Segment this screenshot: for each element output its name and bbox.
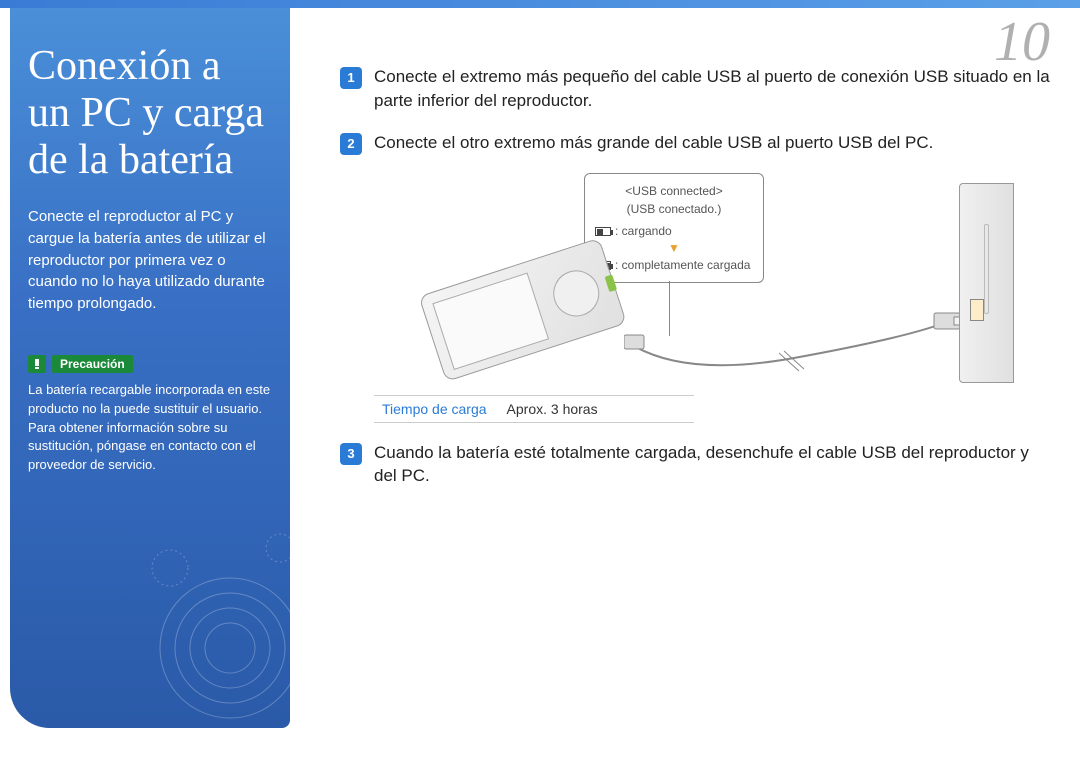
caution-icon	[28, 355, 46, 373]
step-badge-2: 2	[340, 133, 362, 155]
caution-text: La batería recargable incorporada en est…	[28, 381, 272, 475]
callout-line2: (USB conectado.)	[595, 200, 753, 218]
callout-charging: : cargando	[615, 224, 672, 238]
main-content: 1 Conecte el extremo más pequeño del cab…	[340, 65, 1050, 506]
top-accent-bar	[0, 0, 1080, 8]
callout-full: : completamente cargada	[615, 258, 750, 272]
step-1-text: Conecte el extremo más pequeño del cable…	[374, 65, 1050, 113]
step-3: 3 Cuando la batería esté totalmente carg…	[340, 441, 1050, 489]
usb-cable-illustration	[624, 303, 964, 383]
step-badge-3: 3	[340, 443, 362, 465]
sidebar-intro: Conecte el reproductor al PC y cargue la…	[28, 206, 272, 315]
page-title: Conexión a un PC y carga de la batería	[28, 43, 272, 184]
decorative-circles	[130, 528, 330, 728]
step-badge-1: 1	[340, 67, 362, 89]
step-3-text: Cuando la batería esté totalmente cargad…	[374, 441, 1050, 489]
charge-time-row: Tiempo de carga Aprox. 3 horas	[374, 395, 694, 423]
step-1: 1 Conecte el extremo más pequeño del cab…	[340, 65, 1050, 113]
sidebar: Conexión a un PC y carga de la batería C…	[10, 8, 290, 728]
player-usb-port-icon	[605, 274, 618, 292]
pc-illustration	[959, 183, 1014, 383]
step-2-text: Conecte el otro extremo más grande del c…	[374, 131, 933, 155]
caution-block: Precaución La batería recargable incorpo…	[28, 355, 272, 475]
pc-usb-port-icon	[970, 299, 984, 321]
charge-time-value: Aprox. 3 horas	[507, 401, 598, 417]
step-2: 2 Conecte el otro extremo más grande del…	[340, 131, 1050, 155]
callout-line1: <USB connected>	[595, 182, 753, 200]
arrow-down-icon: ▼	[595, 242, 753, 254]
diagram-block: <USB connected> (USB conectado.) : carga…	[374, 173, 1014, 423]
player-device-illustration	[418, 234, 639, 391]
connection-diagram: <USB connected> (USB conectado.) : carga…	[374, 173, 1014, 383]
caution-label: Precaución	[52, 355, 133, 373]
charge-time-label: Tiempo de carga	[382, 401, 487, 417]
